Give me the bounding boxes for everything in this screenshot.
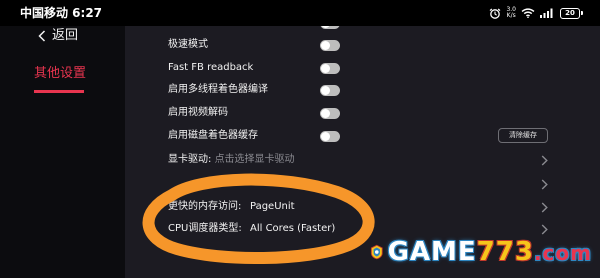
setting-row-video-decode: 启用视频解码 bbox=[125, 102, 600, 124]
cpu-scheduler-key: CPU调度器类型: bbox=[168, 223, 242, 234]
sidebar-item-other-settings[interactable]: 其他设置 bbox=[34, 66, 87, 93]
turbo-mode-toggle[interactable] bbox=[320, 39, 340, 51]
setting-label: Fast FB readback bbox=[168, 62, 254, 73]
alarm-icon bbox=[490, 8, 501, 19]
memory-access-value: PageUnit bbox=[250, 201, 295, 212]
disk-shader-cache-toggle[interactable] bbox=[320, 130, 340, 142]
fast-fb-readback-toggle[interactable] bbox=[320, 62, 340, 74]
setting-label: 启用多线程着色器编译 bbox=[168, 84, 268, 95]
setting-row-memory-access[interactable]: 更快的内存访问: PageUnit bbox=[125, 196, 600, 218]
toggle-knob bbox=[321, 63, 330, 73]
carrier-time: 中国移动 6:27 bbox=[20, 6, 103, 20]
memory-access-key: 更快的内存访问: bbox=[168, 201, 242, 212]
setting-row-turbo-mode: 极速模式 bbox=[125, 34, 600, 56]
settings-panel: 体感 极速模式 Fast FB readback 启用多线程着色器编译 启用视频… bbox=[125, 0, 600, 278]
toggle-knob bbox=[321, 85, 330, 95]
setting-row-cpu-scheduler[interactable]: CPU调度器类型: All Cores (Faster) bbox=[125, 218, 600, 240]
setting-row-fast-fb-readback: Fast FB readback bbox=[125, 57, 600, 79]
chevron-left-icon bbox=[38, 30, 46, 42]
wifi-icon bbox=[521, 8, 535, 18]
back-button[interactable]: 返回 bbox=[38, 28, 78, 44]
toggle-knob bbox=[321, 40, 330, 50]
setting-row-empty[interactable] bbox=[125, 173, 600, 195]
multithread-shader-toggle[interactable] bbox=[320, 84, 340, 96]
chevron-right-icon[interactable] bbox=[541, 223, 548, 235]
gpu-driver-label: 显卡驱动: 点击选择显卡驱动 bbox=[168, 154, 295, 166]
setting-row-multithread-shader: 启用多线程着色器编译 bbox=[125, 79, 600, 101]
setting-label: 极速模式 bbox=[168, 39, 208, 50]
gpu-driver-key: 显卡驱动: bbox=[168, 154, 212, 165]
selected-indicator bbox=[34, 90, 84, 93]
gpu-driver-value: 点击选择显卡驱动 bbox=[214, 154, 295, 165]
chevron-right-icon[interactable] bbox=[541, 154, 548, 166]
setting-row-gpu-driver[interactable]: 显卡驱动: 点击选择显卡驱动 bbox=[125, 149, 600, 171]
network-speed: 3.0 K/s bbox=[506, 7, 516, 19]
video-decode-toggle[interactable] bbox=[320, 107, 340, 119]
setting-row-disk-shader-cache: 启用磁盘着色器缓存 清除缓存 bbox=[125, 125, 600, 147]
sidebar: 返回 其他设置 bbox=[0, 0, 125, 278]
cpu-scheduler-value: All Cores (Faster) bbox=[250, 223, 336, 234]
clear-cache-button[interactable]: 清除缓存 bbox=[498, 128, 548, 143]
back-label: 返回 bbox=[52, 28, 79, 43]
toggle-knob bbox=[321, 131, 330, 141]
status-bar: 中国移动 6:27 3.0 K/s 20 bbox=[0, 0, 600, 26]
network-speed-unit: K/s bbox=[506, 12, 516, 19]
chevron-right-icon[interactable] bbox=[541, 201, 548, 213]
setting-label: 启用视频解码 bbox=[168, 107, 228, 118]
toggle-knob bbox=[321, 108, 330, 118]
sidebar-item-label: 其他设置 bbox=[34, 66, 87, 81]
status-icons: 3.0 K/s 20 bbox=[489, 6, 583, 20]
chevron-right-icon[interactable] bbox=[541, 178, 548, 190]
signal-icon bbox=[540, 8, 553, 18]
battery-indicator: 20 bbox=[560, 7, 583, 19]
setting-label: 启用磁盘着色器缓存 bbox=[168, 130, 258, 141]
